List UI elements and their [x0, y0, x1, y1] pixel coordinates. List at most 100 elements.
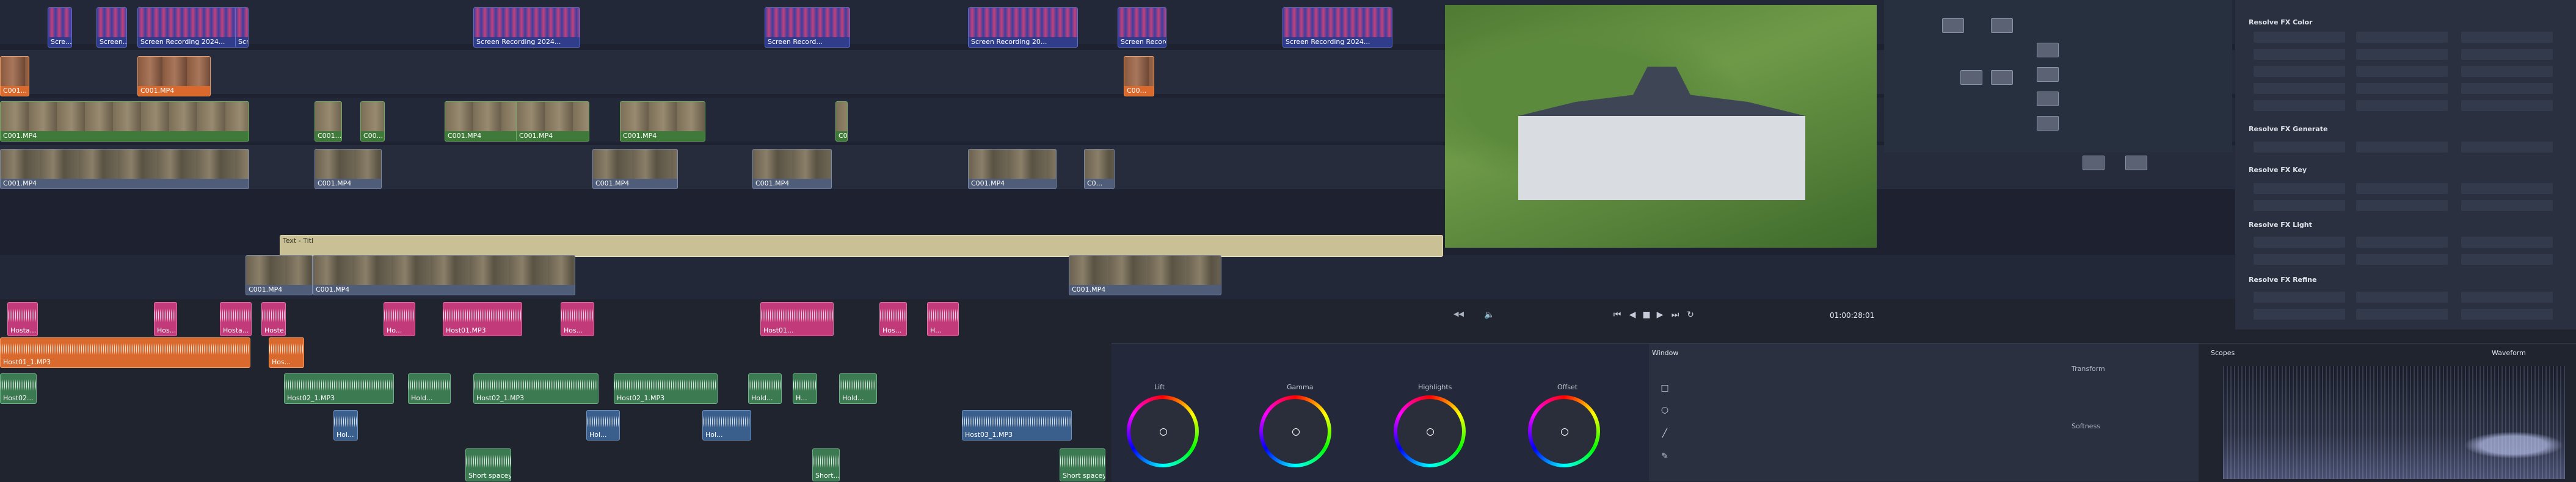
circle-window-icon[interactable]: ○: [1660, 405, 1670, 415]
fx-effect-item[interactable]: [2356, 83, 2448, 94]
fx-effect-item[interactable]: [2461, 254, 2553, 265]
video-clip[interactable]: C001.MP4: [592, 149, 678, 189]
video-clip[interactable]: C00...: [835, 101, 848, 142]
node[interactable]: [1960, 70, 1982, 85]
video-clip[interactable]: Screen Recording 2024...: [137, 7, 247, 48]
fx-effect-item[interactable]: [2356, 32, 2448, 43]
fx-effect-item[interactable]: [2254, 83, 2345, 94]
fx-effect-item[interactable]: [2356, 200, 2448, 211]
fx-effect-item[interactable]: [2356, 292, 2448, 303]
audio-clip[interactable]: Host02_1.MP3: [614, 373, 718, 404]
audio-clip[interactable]: Host02_1.MP3: [284, 373, 394, 404]
fx-effect-item[interactable]: [2254, 200, 2345, 211]
video-clip[interactable]: C001.MP4: [752, 149, 832, 189]
fx-effect-item[interactable]: [2254, 309, 2345, 320]
speaker-icon[interactable]: 🔈: [1484, 310, 1494, 320]
node[interactable]: [1942, 18, 1964, 33]
audio-clip[interactable]: Short spacey: [1060, 448, 1105, 481]
video-clip[interactable]: Screen Recording 2024...: [473, 7, 580, 48]
video-clip[interactable]: C001.MP4: [968, 149, 1057, 189]
video-clip[interactable]: C001.MP4: [137, 56, 211, 96]
line-window-icon[interactable]: ╱: [1660, 428, 1670, 438]
fx-category-header[interactable]: Resolve FX Refine: [2249, 276, 2316, 284]
video-clip[interactable]: C001.MP4: [0, 149, 249, 189]
fx-effect-item[interactable]: [2461, 200, 2553, 211]
fx-effect-item[interactable]: [2461, 237, 2553, 248]
audio-clip[interactable]: Host01.MP3: [443, 302, 522, 336]
node[interactable]: [2037, 116, 2059, 131]
video-clip[interactable]: C001.MP4: [620, 101, 705, 142]
loop-icon[interactable]: ↻: [1686, 310, 1695, 320]
fx-effect-item[interactable]: [2254, 49, 2345, 60]
node[interactable]: [2037, 92, 2059, 106]
video-clip[interactable]: C001...: [315, 101, 342, 142]
video-clip[interactable]: Text - Titl: [280, 235, 1443, 257]
video-clip[interactable]: Screen Recording 20...: [968, 7, 1078, 48]
audio-clip[interactable]: Short...: [812, 448, 840, 481]
video-clip[interactable]: C001...: [0, 56, 29, 96]
node[interactable]: [2037, 43, 2059, 57]
fx-effect-item[interactable]: [2254, 142, 2345, 153]
fx-category-header[interactable]: Resolve FX Color: [2249, 18, 2312, 26]
fx-effect-item[interactable]: [2254, 183, 2345, 194]
color-wheel-gamma[interactable]: [1259, 395, 1331, 467]
fx-effect-item[interactable]: [2356, 100, 2448, 111]
node[interactable]: [1991, 70, 2013, 85]
audio-clip[interactable]: Hos...: [269, 337, 304, 368]
fx-effect-item[interactable]: [2461, 66, 2553, 77]
fx-effect-item[interactable]: [2461, 83, 2553, 94]
audio-clip[interactable]: Host02_1.MP3: [473, 373, 599, 404]
skip-forward-icon[interactable]: ⏭: [1670, 310, 1680, 320]
video-clip[interactable]: Screen Record...: [765, 7, 850, 48]
video-clip[interactable]: C001.MP4: [0, 101, 249, 142]
audio-clip[interactable]: Hos...: [879, 302, 907, 336]
rectangle-window-icon[interactable]: □: [1660, 383, 1670, 393]
video-clip[interactable]: Screen Recordin...: [1118, 7, 1166, 48]
fx-effect-item[interactable]: [2356, 142, 2448, 153]
fx-effect-item[interactable]: [2461, 49, 2553, 60]
video-clip[interactable]: Screen...: [96, 7, 127, 48]
fx-effect-item[interactable]: [2461, 142, 2553, 153]
fx-category-header[interactable]: Resolve FX Generate: [2249, 125, 2327, 133]
color-wheel-highlights[interactable]: [1394, 395, 1466, 467]
video-clip[interactable]: C0...: [1084, 149, 1115, 189]
skip-back-icon[interactable]: ⏮: [1612, 310, 1622, 320]
fx-effect-item[interactable]: [2356, 309, 2448, 320]
node[interactable]: [1991, 18, 2013, 33]
audio-clip[interactable]: Host01...: [760, 302, 834, 336]
audio-clip[interactable]: Ho...: [384, 302, 415, 336]
audio-clip[interactable]: Hos...: [561, 302, 594, 336]
fx-effect-item[interactable]: [2461, 292, 2553, 303]
fx-effect-item[interactable]: [2461, 32, 2553, 43]
audio-clip[interactable]: Hol...: [333, 410, 358, 441]
audio-clip[interactable]: Hol...: [586, 410, 620, 441]
audio-clip[interactable]: Hos...: [154, 302, 177, 336]
video-clip[interactable]: Scr...: [235, 7, 249, 48]
node[interactable]: [2125, 156, 2147, 170]
color-wheel-offset[interactable]: [1528, 395, 1600, 467]
fx-effect-item[interactable]: [2254, 32, 2345, 43]
color-wheel-lift[interactable]: [1127, 395, 1199, 467]
audio-clip[interactable]: H...: [927, 302, 959, 336]
waveform-label[interactable]: Waveform: [2492, 349, 2526, 357]
audio-clip[interactable]: Hosta...: [220, 302, 252, 336]
fx-effect-item[interactable]: [2254, 100, 2345, 111]
audio-clip[interactable]: Hold...: [748, 373, 782, 404]
audio-clip[interactable]: Hold...: [839, 373, 877, 404]
video-clip[interactable]: C001.MP4: [1069, 255, 1221, 295]
video-clip[interactable]: Scre...: [48, 7, 72, 48]
video-clip[interactable]: Screen Recording 2024...: [1283, 7, 1392, 48]
fx-effect-item[interactable]: [2461, 309, 2553, 320]
fx-effect-item[interactable]: [2356, 237, 2448, 248]
pen-window-icon[interactable]: ✎: [1660, 451, 1670, 461]
video-clip[interactable]: C001.MP4: [315, 149, 382, 189]
audio-clip[interactable]: Hoste...: [261, 302, 286, 336]
video-clip[interactable]: C00...: [360, 101, 385, 142]
audio-clip[interactable]: Host03_1.MP3: [962, 410, 1072, 441]
fx-effect-item[interactable]: [2356, 66, 2448, 77]
audio-clip[interactable]: H...: [793, 373, 817, 404]
fx-effect-item[interactable]: [2461, 100, 2553, 111]
stop-icon[interactable]: ■: [1642, 310, 1651, 320]
fx-effect-item[interactable]: [2356, 183, 2448, 194]
audio-clip[interactable]: Hosta...: [7, 302, 38, 336]
